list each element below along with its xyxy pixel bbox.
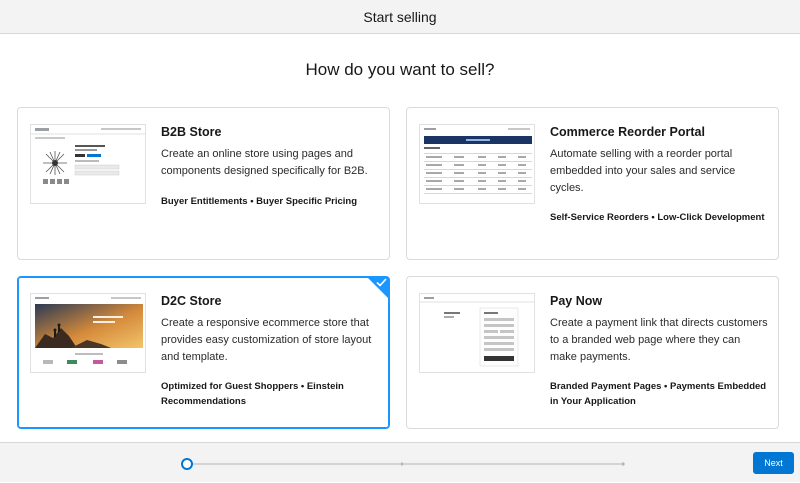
- card-description: Automate selling with a reorder portal e…: [550, 148, 736, 194]
- card-tags: Branded Payment Pages • Payments Embedde…: [550, 381, 767, 407]
- option-card-commerce-reorder-portal[interactable]: Commerce Reorder Portal Automate selling…: [406, 107, 779, 260]
- d2c-store-preview-image: [30, 293, 146, 373]
- next-button[interactable]: Next: [753, 452, 794, 474]
- progress-step-icon[interactable]: [181, 458, 193, 470]
- pay-now-preview-graphic: [420, 294, 534, 372]
- page-question: How do you want to sell?: [305, 60, 495, 79]
- progress-indicator: [181, 458, 625, 470]
- card-tags: Buyer Entitlements • Buyer Specific Pric…: [161, 196, 358, 207]
- card-description: Create a responsive ecommerce store that…: [161, 317, 372, 363]
- reorder-portal-preview-image: [419, 124, 535, 204]
- card-tags: Self-Service Reorders • Low-Click Develo…: [550, 212, 765, 223]
- pay-now-preview-image: [419, 293, 535, 373]
- card-title: Commerce Reorder Portal: [550, 125, 705, 139]
- b2b-store-preview-graphic: [31, 125, 145, 203]
- b2b-store-preview-image: [30, 124, 146, 204]
- option-card-d2c-store[interactable]: D2C Store Create a responsive ecommerce …: [17, 276, 390, 429]
- reorder-portal-preview-graphic: [420, 125, 534, 203]
- card-title: Pay Now: [550, 294, 603, 308]
- d2c-store-preview-graphic: [31, 294, 145, 372]
- modal-header: Start selling: [0, 0, 800, 34]
- progress-step-icon[interactable]: [400, 462, 404, 466]
- modal-title: Start selling: [363, 8, 437, 25]
- option-card-pay-now[interactable]: Pay Now Create a payment link that direc…: [406, 276, 779, 429]
- progress-step-icon[interactable]: [621, 462, 625, 466]
- card-title: D2C Store: [161, 294, 222, 308]
- card-title: B2B Store: [161, 125, 222, 139]
- checkmark-icon: [376, 278, 387, 287]
- modal-footer: Next: [0, 442, 800, 482]
- card-tags: Optimized for Guest Shoppers • Einstein …: [161, 381, 344, 407]
- option-card-b2b-store[interactable]: B2B Store Create an online store using p…: [17, 107, 390, 260]
- card-description: Create an online store using pages and c…: [161, 148, 368, 177]
- card-description: Create a payment link that directs custo…: [550, 317, 768, 363]
